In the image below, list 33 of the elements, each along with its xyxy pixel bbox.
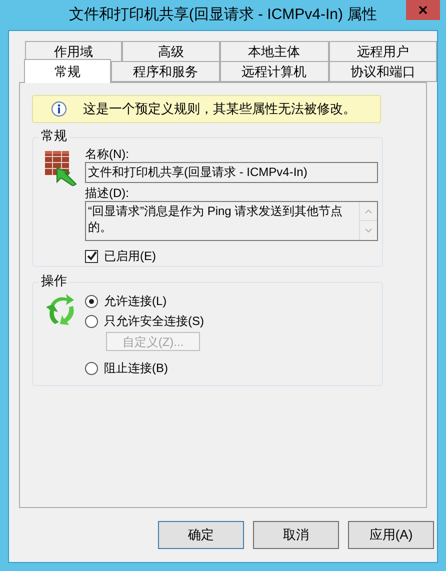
radio-label: 允许连接(L) bbox=[104, 293, 167, 310]
tab[interactable]: 高级 bbox=[122, 41, 220, 62]
tab[interactable]: 常规 bbox=[24, 59, 112, 83]
radio-button[interactable] bbox=[85, 314, 98, 328]
checkbox-label: 已启用(E) bbox=[104, 248, 156, 265]
radio-label: 阻止连接(B) bbox=[104, 360, 168, 377]
radio-button[interactable] bbox=[85, 294, 98, 308]
description-field[interactable]: “回显请求”消息是作为 Ping 请求发送到其他节点的。 bbox=[85, 201, 378, 241]
dialog-button[interactable]: 确定 bbox=[158, 521, 244, 549]
tab[interactable]: 程序和服务 bbox=[111, 61, 220, 82]
tab[interactable]: 协议和端口 bbox=[328, 61, 438, 82]
checkbox[interactable] bbox=[85, 250, 98, 262]
name-label: 名称(N): bbox=[85, 146, 130, 162]
close-icon bbox=[417, 4, 429, 16]
radio-label: 只允许安全连接(S) bbox=[104, 313, 204, 330]
group-title: 常规 bbox=[39, 128, 69, 144]
dialog-button[interactable]: 取消 bbox=[253, 521, 339, 549]
name-field[interactable]: 文件和打印机共享(回显请求 - ICMPv4-In) bbox=[85, 162, 378, 183]
tab[interactable]: 远程计算机 bbox=[220, 61, 329, 82]
description-label: 描述(D): bbox=[85, 185, 130, 201]
dialog-button[interactable]: 应用(A) bbox=[348, 521, 434, 549]
brick-wall-arrow-icon bbox=[43, 148, 77, 186]
tab[interactable]: 本地主体 bbox=[220, 41, 329, 62]
tab[interactable]: 远程用户 bbox=[328, 41, 438, 62]
window-title: 文件和打印机共享(回显请求 - ICMPv4-In) 属性 bbox=[68, 4, 378, 25]
close-button[interactable] bbox=[406, 0, 440, 20]
scrollbar[interactable] bbox=[359, 202, 377, 240]
info-message: 这是一个预定义规则，其某些属性无法被修改。 bbox=[83, 100, 356, 118]
group-title: 操作 bbox=[39, 273, 69, 289]
info-icon bbox=[51, 101, 67, 117]
description-text: “回显请求”消息是作为 Ping 请求发送到其他节点的。 bbox=[87, 203, 344, 236]
radio-button[interactable] bbox=[85, 362, 98, 374]
check-icon bbox=[86, 251, 96, 261]
